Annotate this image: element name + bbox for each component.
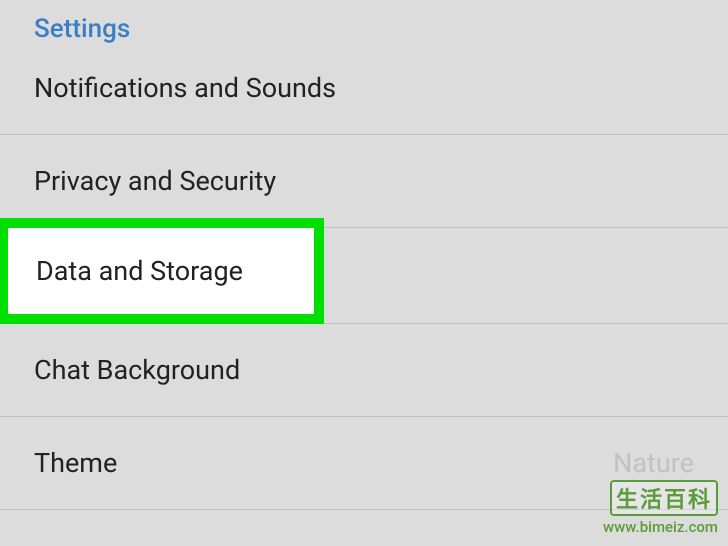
settings-item-label: Theme	[34, 447, 117, 479]
settings-item-label: Privacy and Security	[34, 165, 276, 197]
settings-item-privacy[interactable]: Privacy and Security	[0, 135, 728, 228]
watermark-url: www.bimeiz.com	[603, 518, 718, 536]
settings-item-label: Chat Background	[34, 354, 240, 386]
watermark: 生活百科 www.bimeiz.com	[603, 480, 718, 536]
watermark-text-cn: 生活百科	[610, 480, 718, 516]
settings-list: Notifications and Sounds Privacy and Sec…	[0, 64, 728, 510]
settings-item-notifications[interactable]: Notifications and Sounds	[0, 64, 728, 135]
settings-item-label: Notifications and Sounds	[34, 72, 336, 104]
settings-item-label: Data and Storage	[36, 255, 243, 287]
settings-section-header: Settings	[0, 0, 728, 64]
highlight-indicator: Data and Storage	[0, 218, 324, 324]
settings-item-chat-background[interactable]: Chat Background	[0, 324, 728, 417]
settings-item-data-storage[interactable]: Data and Storage	[0, 228, 728, 324]
settings-item-value: Nature	[613, 447, 694, 479]
